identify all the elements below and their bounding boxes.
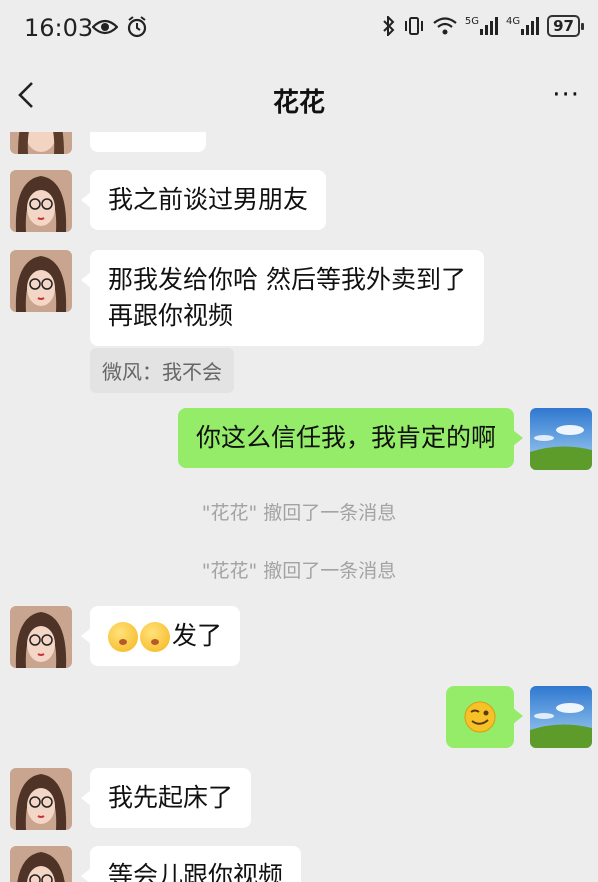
message-text: 等会儿跟你视频 <box>108 861 284 882</box>
contact-avatar[interactable] <box>10 170 72 232</box>
battery-icon: 97 <box>547 15 584 37</box>
message-bubble[interactable]: 我之前谈过男朋友 <box>80 170 327 230</box>
my-avatar[interactable] <box>530 686 592 748</box>
my-avatar[interactable] <box>530 408 592 470</box>
alarm-icon <box>127 16 147 38</box>
status-right-icons: 5G 4G 97 <box>383 15 584 37</box>
emoji-wink-icon <box>464 701 496 733</box>
message-bubble[interactable]: 发了 <box>80 606 241 666</box>
more-button[interactable]: ··· <box>552 80 580 110</box>
signal-5g-label: 5G <box>464 16 479 27</box>
status-time: 16:03 <box>24 14 94 42</box>
contact-avatar[interactable] <box>10 606 72 668</box>
message-text: 我先起床了 <box>108 783 234 812</box>
recall-notice: "花花" 撤回了一条消息 <box>201 502 397 524</box>
message-text: 我之前谈过男朋友 <box>108 185 309 214</box>
message-bubble[interactable]: 那我发给你哈 然后等我外卖到了 再跟你视频 <box>81 250 484 346</box>
message-bubble[interactable]: 我先起床了 <box>80 768 252 828</box>
message-text: 发了 <box>172 621 223 650</box>
recall-notice: "花花" 撤回了一条消息 <box>201 560 397 582</box>
bluetooth-icon <box>383 16 395 36</box>
chat-title: 花花 <box>272 88 325 118</box>
eye-icon <box>92 19 118 35</box>
message-bubble-outgoing[interactable]: 你这么信任我，我肯定的啊 <box>177 408 524 468</box>
contact-avatar[interactable] <box>10 132 72 154</box>
message-text: 你这么信任我，我肯定的啊 <box>195 423 496 452</box>
signal-5g-icon: 5G <box>465 17 498 35</box>
message-bubble-outgoing[interactable] <box>446 686 523 748</box>
signal-4g-label: 4G <box>506 16 521 27</box>
contact-avatar[interactable] <box>10 846 72 882</box>
message-bubble[interactable] <box>90 132 206 152</box>
contact-avatar[interactable] <box>10 768 72 830</box>
signal-4g-icon: 4G <box>506 16 540 35</box>
message-text-line: 那我发给你哈 然后等我外卖到了 <box>108 265 466 294</box>
status-left-icons <box>92 16 148 38</box>
contact-avatar[interactable] <box>10 250 72 312</box>
vibrate-icon <box>404 17 423 35</box>
emoji-shocked-icon <box>108 622 138 652</box>
status-bar: 16:03 5G 4G 97 <box>0 0 598 60</box>
message-text-line: 再跟你视频 <box>108 301 234 330</box>
message-bubble[interactable]: 等会儿跟你视频 <box>80 846 302 882</box>
chat-area[interactable]: 我之前谈过男朋友 那我发给你哈 然后等我外卖到了 再跟你视频 微风：我不会 你这… <box>0 132 598 882</box>
chat-header: 花花 ··· <box>0 60 598 132</box>
emoji-shocked-icon <box>140 622 170 652</box>
quoted-reply[interactable]: 微风：我不会 <box>90 348 234 393</box>
wifi-icon <box>433 17 457 35</box>
